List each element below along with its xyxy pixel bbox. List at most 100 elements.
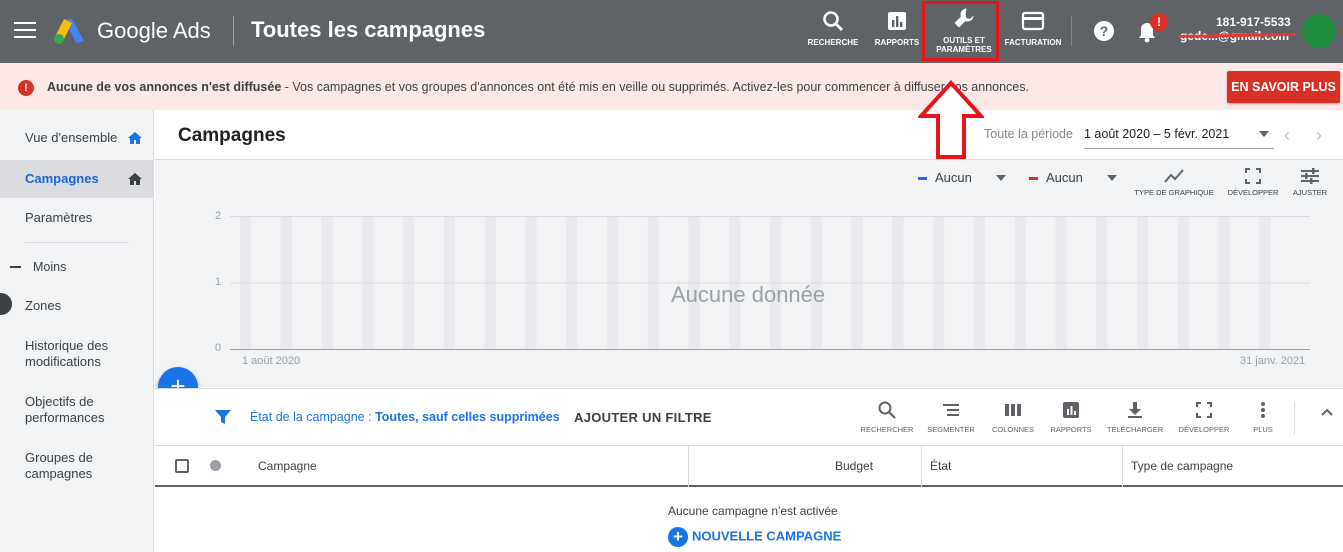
segment-icon: [943, 404, 959, 416]
warning-message: Aucune de vos annonces n'est diffusée - …: [47, 80, 1029, 94]
chart-adjust-button[interactable]: AJUSTER: [1289, 168, 1331, 197]
filter-icon[interactable]: [215, 409, 231, 425]
toolbar-divider: [1071, 16, 1072, 46]
plus-icon: +: [668, 527, 688, 547]
account-number[interactable]: 181-917-5533: [1216, 15, 1291, 29]
sidebar-item-campaigns[interactable]: Campagnes: [0, 160, 153, 198]
chevron-up-icon[interactable]: [1320, 407, 1334, 417]
more-button[interactable]: PLUS: [1245, 401, 1281, 434]
metric-2-label: Aucun: [1046, 170, 1083, 185]
chart-expand-button[interactable]: DÉVELOPPER: [1225, 168, 1281, 197]
y-tick-label: 0: [215, 342, 222, 354]
top-app-bar: Google Ads Toutes les campagnes RECHERCH…: [0, 0, 1343, 63]
sidebar-item-change-history[interactable]: Historique des modifications: [0, 338, 130, 370]
chevron-left-icon[interactable]: ‹: [1284, 125, 1290, 146]
sidebar-item-label: Historique des modifications: [25, 338, 109, 369]
table-expand-label: DÉVELOPPER: [1178, 425, 1230, 434]
table-expand-button[interactable]: DÉVELOPPER: [1175, 401, 1233, 434]
search-icon: [823, 11, 843, 31]
reports-icon: [888, 12, 906, 30]
column-header-campaign-type[interactable]: Type de campagne: [1131, 459, 1233, 473]
sidebar-item-settings[interactable]: Paramètres: [0, 210, 153, 225]
search-icon: [878, 401, 896, 419]
sidebar-item-campaign-groups[interactable]: Groupes de campagnes: [0, 450, 120, 482]
column-header-status[interactable]: État: [930, 459, 951, 473]
table-search-label: RECHERCHER: [860, 425, 914, 434]
filter-value: Toutes, sauf celles supprimées: [375, 410, 560, 424]
sidebar-item-less[interactable]: Moins: [0, 260, 153, 274]
column-separator: [921, 446, 922, 487]
new-campaign-label: NOUVELLE CAMPAGNE: [692, 528, 842, 544]
date-range-underline: [1084, 148, 1274, 149]
search-tool-button[interactable]: RECHERCHE: [807, 10, 859, 47]
sidebar-item-overview[interactable]: Vue d'ensemble: [0, 130, 153, 150]
brand-name: Google Ads: [97, 18, 211, 43]
menu-icon[interactable]: [14, 22, 36, 40]
chevron-down-icon[interactable]: [1259, 131, 1269, 137]
learn-more-button[interactable]: EN SAVOIR PLUS: [1227, 71, 1340, 103]
download-icon: [1128, 402, 1142, 418]
metric-1-label: Aucun: [935, 170, 972, 185]
sidebar-divider: [25, 242, 129, 243]
help-icon[interactable]: ?: [1093, 20, 1115, 42]
y-tick-label: 1: [215, 276, 222, 288]
sidebar-item-label: Objectifs de performances: [25, 394, 105, 425]
reports-tool-button[interactable]: RAPPORTS: [871, 10, 923, 47]
sidebar-item-locations[interactable]: Zones: [0, 298, 153, 313]
more-label: PLUS: [1253, 425, 1273, 434]
error-icon: !: [18, 80, 34, 96]
add-filter-button[interactable]: AJOUTER UN FILTRE: [574, 410, 712, 425]
select-all-checkbox[interactable]: [175, 459, 189, 473]
page-title: Toutes les campagnes: [251, 17, 486, 42]
x-axis-end-label: 31 janv. 2021: [1240, 355, 1306, 367]
reports-tool-label: RAPPORTS: [874, 38, 920, 47]
column-header-campaign[interactable]: Campagne: [258, 459, 317, 473]
metric-selector-2[interactable]: Aucun: [1029, 170, 1121, 185]
sidebar-item-label: Groupes de campagnes: [25, 450, 93, 481]
avatar[interactable]: [1302, 14, 1336, 48]
columns-icon: [1005, 404, 1021, 416]
warning-text: - Vos campagnes et vos groupes d'annonce…: [281, 80, 1029, 94]
filter-label: État de la campagne :: [250, 410, 376, 424]
notification-badge: !: [1150, 13, 1168, 31]
segment-button[interactable]: SEGMENTER: [923, 401, 979, 434]
columns-label: COLONNES: [991, 425, 1035, 434]
column-separator: [1122, 446, 1123, 487]
new-campaign-button[interactable]: + NOUVELLE CAMPAGNE: [668, 527, 841, 547]
header-divider: [233, 16, 234, 46]
home-icon: [128, 132, 142, 144]
table-reports-button[interactable]: RAPPORTS: [1045, 401, 1097, 434]
date-range-selector[interactable]: 1 août 2020 – 5 févr. 2021: [1084, 127, 1229, 141]
y-tick-label: 2: [215, 210, 222, 222]
columns-button[interactable]: COLONNES: [987, 401, 1039, 434]
metric-selector-1[interactable]: Aucun: [918, 170, 1010, 185]
segment-label: SEGMENTER: [927, 425, 975, 434]
x-axis-start-label: 1 août 2020: [242, 355, 301, 367]
reports-icon: [1063, 402, 1079, 418]
sidebar-item-performance-goals[interactable]: Objectifs de performances: [0, 394, 125, 426]
sidebar-item-label: Moins: [33, 260, 67, 274]
chart-type-button[interactable]: TYPE DE GRAPHIQUE: [1133, 168, 1215, 197]
tune-icon: [1301, 168, 1319, 184]
warning-bold: Aucune de vos annonces n'est diffusée: [47, 80, 282, 94]
chart-adjust-label: AJUSTER: [1292, 188, 1328, 197]
download-button[interactable]: TÉLÉCHARGER: [1105, 401, 1165, 434]
chevron-right-icon[interactable]: ›: [1316, 125, 1322, 146]
billing-tool-label: FACTURATION: [1004, 38, 1062, 47]
table-search-button[interactable]: RECHERCHER: [857, 401, 917, 434]
chart-expand-label: DÉVELOPPER: [1227, 188, 1279, 197]
sidebar: Vue d'ensemble Campagnes Paramètres Moin…: [0, 110, 154, 552]
download-label: TÉLÉCHARGER: [1106, 425, 1164, 434]
sidebar-item-label: Paramètres: [25, 210, 93, 225]
chart-panel: Aucun Aucun TYPE DE GRAPHIQUE DÉVELOPPER…: [155, 159, 1343, 387]
warning-banner: ! Aucune de vos annonces n'est diffusée …: [0, 63, 1343, 110]
search-tool-label: RECHERCHE: [807, 38, 859, 47]
sidebar-item-label: Campagnes: [25, 171, 99, 186]
annotation-arrow: [918, 80, 984, 159]
credit-card-icon: [1021, 11, 1045, 31]
billing-tool-button[interactable]: FACTURATION: [1003, 10, 1063, 47]
active-filter-chip[interactable]: État de la campagne : Toutes, sauf celle…: [250, 410, 560, 424]
google-ads-logo: [54, 19, 84, 44]
annotation-highlight-box: [922, 1, 999, 61]
column-header-budget[interactable]: Budget: [835, 459, 873, 473]
